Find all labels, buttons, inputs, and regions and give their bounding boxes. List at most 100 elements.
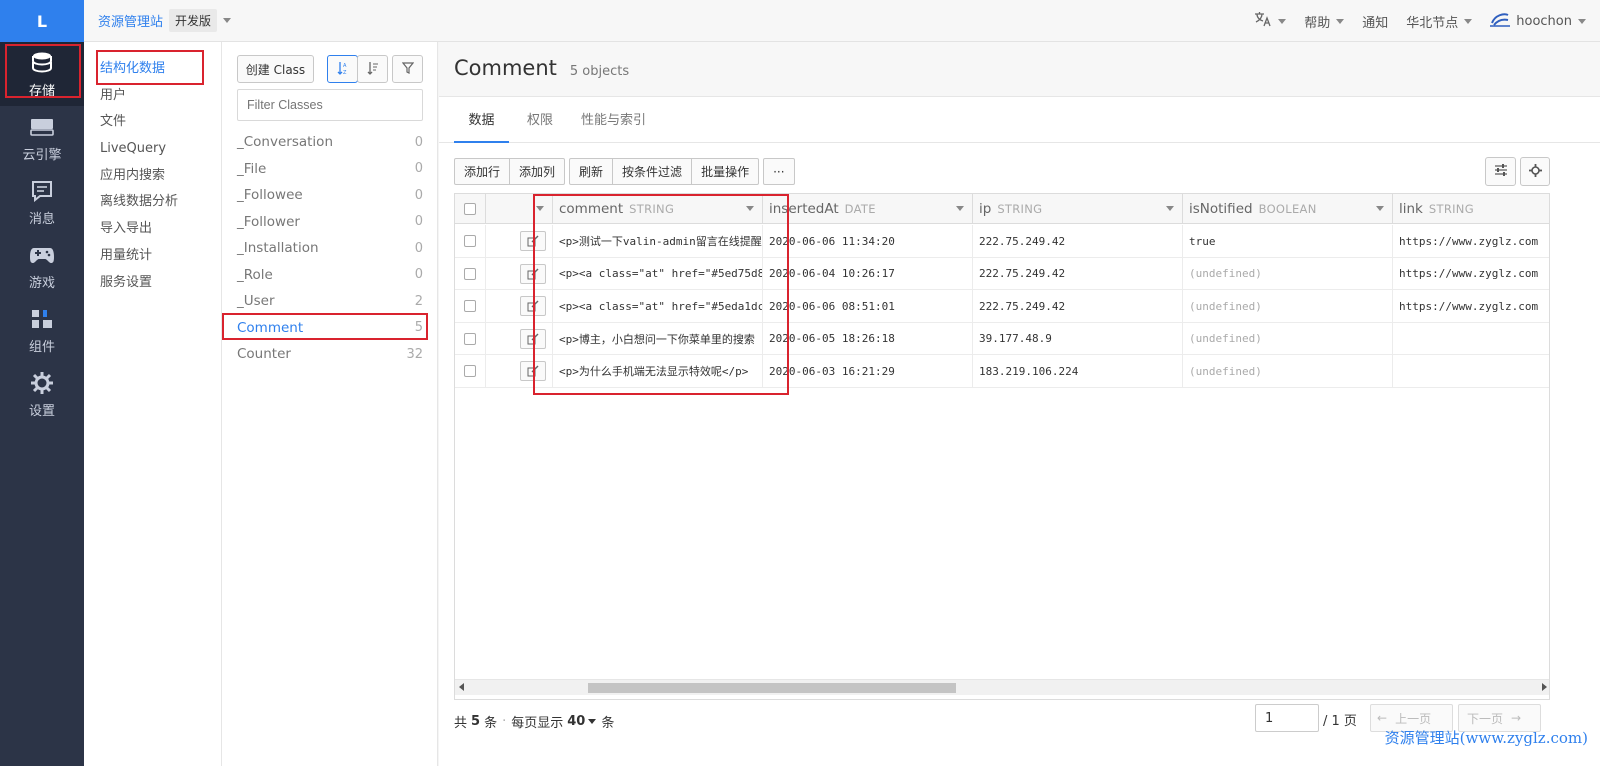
sort-desc-button[interactable] (357, 55, 388, 83)
edit-row-button[interactable] (520, 328, 546, 349)
class-item[interactable]: _User 2 (237, 288, 423, 315)
cell-comment[interactable]: <p>测试一下valin-admin留言在线提醒 (553, 225, 763, 257)
chevron-down-icon[interactable] (588, 718, 597, 724)
cell-ip[interactable]: 222.75.249.42 (973, 225, 1183, 257)
edit-row-button[interactable] (520, 361, 546, 381)
class-item[interactable]: _Installation 0 (237, 235, 423, 262)
cell-ip[interactable]: 183.219.106.224 (973, 355, 1183, 387)
cell-isnotified[interactable]: (undefined) (1183, 355, 1393, 387)
create-class-button[interactable]: 创建 Class (237, 55, 314, 83)
column-header-isnotified[interactable]: isNotified BOOLEAN (1183, 194, 1393, 224)
cell-link[interactable] (1393, 355, 1549, 387)
sort-asc-button[interactable]: AZ (327, 55, 358, 83)
nav-item-settings[interactable]: 设置 (0, 362, 84, 426)
cell-insertedat[interactable]: 2020-06-06 11:34:20 (763, 225, 973, 257)
cell-isnotified[interactable]: (undefined) (1183, 322, 1393, 355)
cell-link[interactable]: https://www.zyglz.com (1393, 290, 1549, 322)
nav-item-components[interactable]: 组件 (0, 298, 84, 362)
column-header-comment[interactable]: comment STRING (553, 194, 763, 224)
refresh-button[interactable]: 刷新 (569, 158, 614, 185)
per-page-select[interactable]: 40 (567, 714, 585, 729)
cell-comment[interactable]: <p>博主，小白想问一下你菜单里的搜索 (553, 322, 763, 355)
nav-item-cloud-engine[interactable]: 云引擎 (0, 106, 84, 170)
class-item[interactable]: _Role 0 (237, 262, 423, 289)
class-item[interactable]: _Conversation 0 (237, 129, 423, 156)
row-checkbox[interactable] (464, 267, 476, 280)
submenu-item-in-app-search[interactable]: 应用内搜索 (84, 163, 221, 190)
cell-isnotified[interactable]: true (1183, 225, 1393, 257)
class-item[interactable]: _File 0 (237, 156, 423, 183)
submenu-item-import-export[interactable]: 导入导出 (84, 216, 221, 243)
class-item[interactable]: Counter 32 (237, 341, 423, 368)
row-checkbox[interactable] (464, 235, 476, 247)
cell-isnotified[interactable]: (undefined) (1183, 290, 1393, 322)
scroll-right-icon[interactable] (1542, 683, 1547, 691)
horizontal-scrollbar[interactable] (455, 679, 1549, 695)
edit-row-button[interactable] (520, 231, 546, 251)
submenu-item-users[interactable]: 用户 (84, 83, 221, 110)
column-header-link[interactable]: link STRING (1393, 194, 1549, 224)
cell-insertedat[interactable]: 2020-06-05 18:26:18 (763, 322, 973, 355)
help-menu[interactable]: 帮助 (1304, 12, 1345, 31)
submenu-item-offline-analytics[interactable]: 离线数据分析 (84, 189, 221, 216)
row-checkbox[interactable] (464, 300, 476, 312)
class-item[interactable]: _Follower 0 (237, 209, 423, 236)
cell-comment[interactable]: <p><a class="at" href="#5eda1dca (553, 290, 763, 322)
scroll-left-icon[interactable] (459, 683, 464, 691)
class-item-selected[interactable]: Comment 5 (237, 315, 423, 342)
chevron-down-icon[interactable] (1376, 206, 1384, 211)
cell-ip[interactable]: 39.177.48.9 (973, 322, 1183, 355)
submenu-item-structured-data[interactable]: 结构化数据 (84, 56, 221, 83)
class-item[interactable]: _Followee 0 (237, 182, 423, 209)
nav-item-games[interactable]: 游戏 (0, 234, 84, 298)
notify-link[interactable]: 通知 (1362, 12, 1388, 31)
app-name-link[interactable]: 资源管理站 (98, 11, 163, 30)
row-checkbox[interactable] (464, 365, 476, 377)
grid-settings-button[interactable] (1520, 157, 1550, 186)
cell-isnotified[interactable]: (undefined) (1183, 257, 1393, 290)
submenu-item-service-settings[interactable]: 服务设置 (84, 270, 221, 297)
tab-data[interactable]: 数据 (454, 98, 509, 143)
conditional-filter-button[interactable]: 按条件过滤 (613, 158, 693, 185)
cell-insertedat[interactable]: 2020-06-03 16:21:29 (763, 355, 973, 387)
column-settings-button[interactable] (1485, 157, 1516, 186)
column-header-ip[interactable]: ip STRING (973, 194, 1183, 224)
submenu-item-usage-stats[interactable]: 用量统计 (84, 243, 221, 270)
region-menu[interactable]: 华北节点 (1406, 12, 1473, 31)
add-row-button[interactable]: 添加行 (454, 158, 511, 185)
nav-item-storage[interactable]: 存储 (0, 42, 84, 106)
cell-ip[interactable]: 222.75.249.42 (973, 290, 1183, 322)
chevron-down-icon[interactable] (746, 206, 754, 211)
cell-link[interactable] (1393, 323, 1549, 355)
row-checkbox[interactable] (464, 332, 476, 345)
env-tag[interactable]: 开发版 (169, 9, 218, 32)
nav-item-messages[interactable]: 消息 (0, 170, 84, 234)
filter-button[interactable] (392, 55, 423, 83)
env-dropdown-caret[interactable] (223, 18, 232, 23)
cell-ip[interactable]: 222.75.249.42 (973, 257, 1183, 290)
more-button[interactable]: ··· (763, 158, 795, 185)
chevron-down-icon[interactable] (1166, 206, 1174, 211)
cell-insertedat[interactable]: 2020-06-04 10:26:17 (763, 257, 973, 290)
edit-row-button[interactable] (520, 296, 546, 316)
select-all-checkbox[interactable] (464, 203, 476, 215)
tab-performance-index[interactable]: 性能与索引 (581, 98, 646, 143)
cell-link[interactable]: https://www.zyglz.com (1393, 258, 1549, 290)
chevron-down-icon[interactable] (536, 206, 544, 211)
edit-row-button[interactable] (520, 263, 546, 284)
batch-operation-button[interactable]: 批量操作 (692, 158, 760, 185)
chevron-down-icon[interactable] (956, 206, 964, 211)
cell-comment[interactable]: <p>为什么手机端无法显示特效呢</p> (553, 355, 763, 387)
app-logo[interactable]: L (0, 0, 84, 42)
cell-insertedat[interactable]: 2020-06-06 08:51:01 (763, 290, 973, 322)
page-number-input[interactable]: 1 (1255, 704, 1319, 732)
cell-link[interactable]: https://www.zyglz.com (1393, 225, 1549, 257)
cell-comment[interactable]: <p><a class="at" href="#5ed75d8a (553, 257, 763, 290)
user-menu[interactable]: hoochon (1490, 11, 1586, 31)
add-column-button[interactable]: 添加列 (510, 158, 566, 185)
filter-classes-input[interactable] (237, 89, 423, 121)
submenu-item-files[interactable]: 文件 (84, 109, 221, 136)
scrollbar-thumb[interactable] (588, 683, 956, 693)
column-header-insertedat[interactable]: insertedAt DATE (763, 194, 973, 224)
tab-permissions[interactable]: 权限 (527, 98, 553, 143)
